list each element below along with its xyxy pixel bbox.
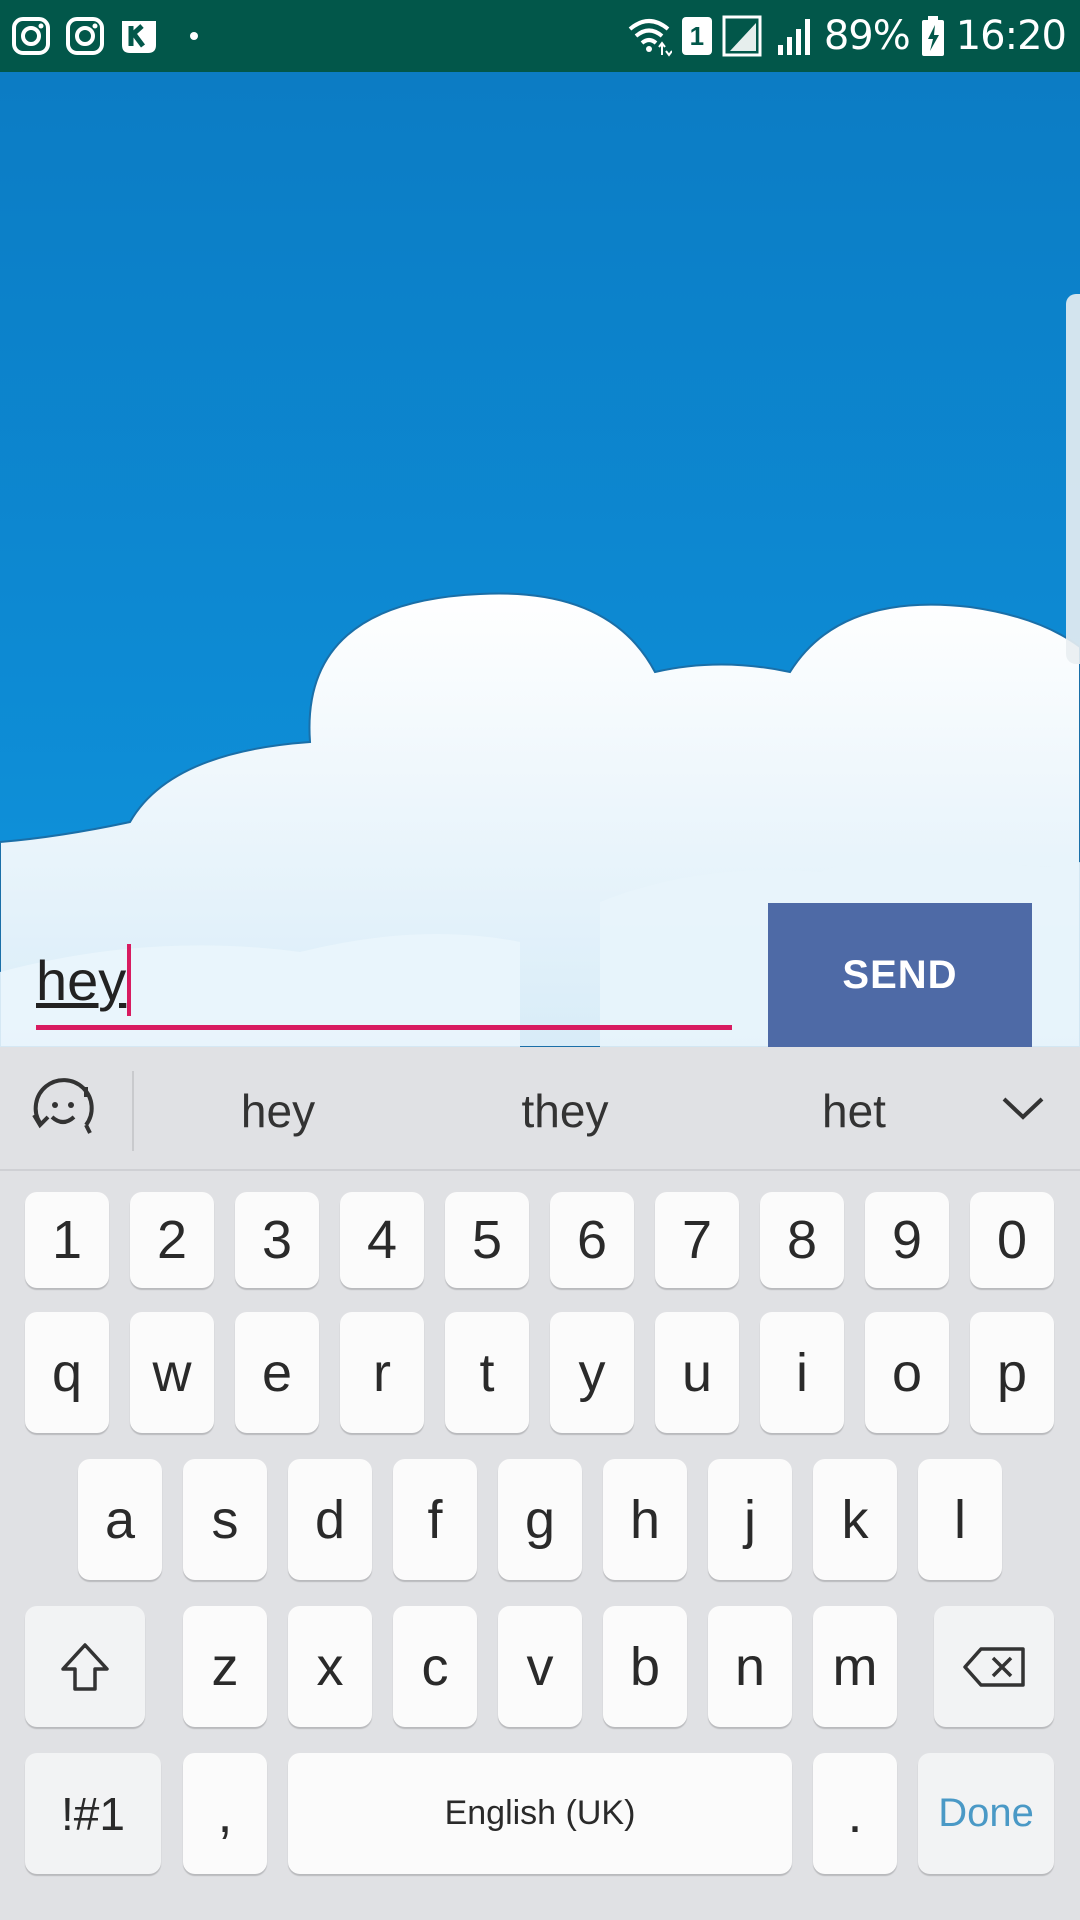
suggestion-2[interactable]: they [465,1071,665,1151]
key-u[interactable]: u [655,1312,739,1433]
key-i[interactable]: i [760,1312,844,1433]
signal-icon [722,15,762,57]
battery-charging-icon [921,16,944,56]
key-p[interactable]: p [970,1312,1054,1433]
sim-icon: 1 [681,17,712,55]
keyboard: hey they het 1 2 3 4 5 6 7 8 9 0 q w e r… [0,1047,1080,1920]
shift-key[interactable] [25,1606,145,1727]
text-cursor [127,944,132,1016]
key-h[interactable]: h [603,1459,687,1580]
key-c[interactable]: c [393,1606,477,1727]
key-t[interactable]: t [445,1312,529,1433]
status-left [10,10,198,62]
backspace-key[interactable] [934,1606,1054,1727]
instagram-icon [12,17,50,55]
key-f[interactable]: f [393,1459,477,1580]
message-text: hey [36,948,127,1012]
key-3[interactable]: 3 [235,1192,319,1288]
key-6[interactable]: 6 [550,1192,634,1288]
send-button[interactable]: SEND [768,903,1032,1047]
key-o[interactable]: o [865,1312,949,1433]
key-n[interactable]: n [708,1606,792,1727]
key-b[interactable]: b [603,1606,687,1727]
comma-key[interactable]: , [183,1753,267,1874]
key-g[interactable]: g [498,1459,582,1580]
shift-icon [61,1642,109,1691]
wifi-icon [628,19,672,57]
key-7[interactable]: 7 [655,1192,739,1288]
key-2[interactable]: 2 [130,1192,214,1288]
key-j[interactable]: j [708,1459,792,1580]
key-1[interactable]: 1 [25,1192,109,1288]
period-key[interactable]: . [813,1753,897,1874]
kik-icon [122,21,156,53]
notification-dot [190,32,198,40]
status-right: 1 89% 16:20 [626,10,1067,62]
key-4[interactable]: 4 [340,1192,424,1288]
emoji-toggle-icon[interactable] [28,1075,98,1145]
message-input[interactable]: hey [36,935,732,1030]
suggestion-bar: hey they het [0,1047,1080,1171]
key-s[interactable]: s [183,1459,267,1580]
key-e[interactable]: e [235,1312,319,1433]
key-8[interactable]: 8 [760,1192,844,1288]
clock: 16:20 [955,13,1067,59]
key-m[interactable]: m [813,1606,897,1727]
sim-number: 1 [689,20,705,51]
key-0[interactable]: 0 [970,1192,1054,1288]
suggestion-1[interactable]: hey [178,1071,378,1151]
suggestion-3[interactable]: het [754,1071,954,1151]
battery-percent: 89% [823,13,911,59]
key-k[interactable]: k [813,1459,897,1580]
chevron-down-icon[interactable] [1000,1085,1046,1131]
backspace-icon [963,1646,1025,1687]
key-r[interactable]: r [340,1312,424,1433]
instagram-icon [66,17,104,55]
symbols-key[interactable]: !#1 [25,1753,161,1874]
key-z[interactable]: z [183,1606,267,1727]
sky-background [0,72,1080,1047]
key-v[interactable]: v [498,1606,582,1727]
done-key[interactable]: Done [918,1753,1054,1874]
key-5[interactable]: 5 [445,1192,529,1288]
side-panel-handle[interactable] [1066,294,1080,664]
key-q[interactable]: q [25,1312,109,1433]
key-y[interactable]: y [550,1312,634,1433]
space-key[interactable]: English (UK) [288,1753,792,1874]
suggestion-divider [132,1071,134,1151]
clouds-illustration [0,592,1080,1047]
key-d[interactable]: d [288,1459,372,1580]
key-w[interactable]: w [130,1312,214,1433]
signal-icon [777,19,810,55]
key-a[interactable]: a [78,1459,162,1580]
key-x[interactable]: x [288,1606,372,1727]
key-9[interactable]: 9 [865,1192,949,1288]
status-bar: 1 89% 16:20 [0,0,1080,72]
key-l[interactable]: l [918,1459,1002,1580]
